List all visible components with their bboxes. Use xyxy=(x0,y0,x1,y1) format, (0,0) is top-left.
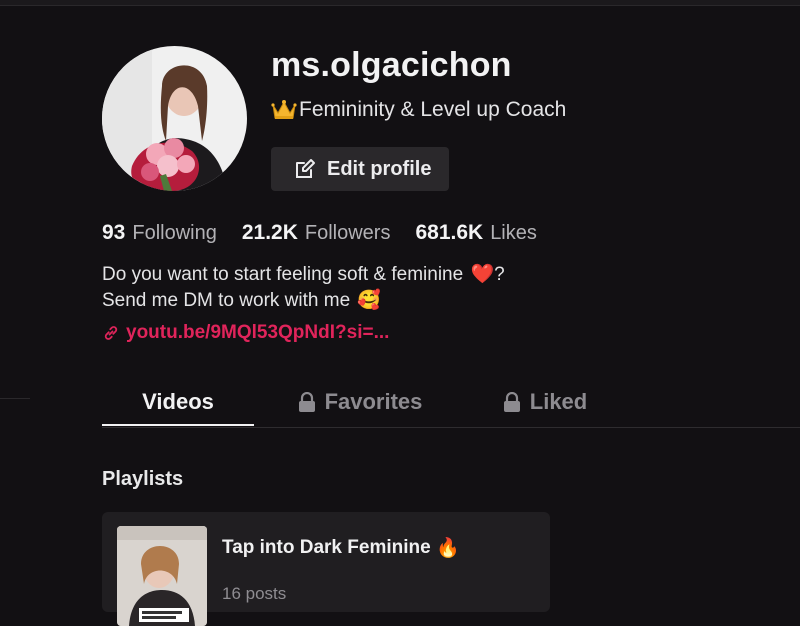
stat-value: 21.2K xyxy=(241,221,298,244)
tab-favorites[interactable]: Favorites xyxy=(295,378,425,426)
avatar[interactable] xyxy=(102,46,247,191)
tab-videos[interactable]: Videos xyxy=(102,378,254,426)
tab-label: Videos xyxy=(142,389,214,414)
nickname: Femininity & Level up Coach xyxy=(271,98,566,122)
playlist-thumbnail xyxy=(117,526,207,626)
stat-value: 681.6K xyxy=(415,221,484,244)
bio-link-text: youtu.be/9MQl53QpNdI?si=... xyxy=(126,322,390,343)
stat-following[interactable]: 93 Following xyxy=(102,221,217,245)
active-tab-indicator xyxy=(102,424,254,426)
smiling-hearts-emoji: 🥰 xyxy=(357,290,382,311)
playlist-card[interactable]: Tap into Dark Feminine 🔥 16 posts xyxy=(102,512,550,626)
bio-link[interactable]: youtu.be/9MQl53QpNdI?si=... xyxy=(102,322,389,344)
stat-label: Followers xyxy=(304,222,391,244)
bio-punctuation: ? xyxy=(494,264,505,285)
playlists-heading: Playlists xyxy=(102,468,184,490)
stat-likes: 681.6K Likes xyxy=(415,221,536,245)
bio-line-2: Send me DM to work with me 🥰 xyxy=(102,288,505,314)
stat-followers[interactable]: 21.2K Followers xyxy=(242,221,391,245)
username: ms.olgacichon xyxy=(271,46,512,84)
heart-emoji: ❤️ xyxy=(470,264,495,285)
edit-profile-button[interactable]: Edit profile xyxy=(271,147,449,191)
nickname-text: Femininity & Level up Coach xyxy=(299,98,567,121)
avatar-photo xyxy=(102,46,247,191)
lock-icon xyxy=(503,392,520,412)
playlist-title: Tap into Dark Feminine 🔥 xyxy=(222,536,460,560)
tab-label: Favorites xyxy=(324,389,423,414)
edit-profile-label: Edit profile xyxy=(327,157,432,180)
crown-icon xyxy=(271,100,297,119)
bio: Do you want to start feeling soft & femi… xyxy=(102,262,505,314)
edit-icon xyxy=(296,159,315,178)
fire-emoji: 🔥 xyxy=(435,538,460,559)
link-icon xyxy=(104,326,118,340)
bio-text: Send me DM to work with me xyxy=(102,290,351,311)
stat-label: Likes xyxy=(490,222,537,244)
playlist-title-text: Tap into Dark Feminine xyxy=(222,537,431,558)
top-bar xyxy=(0,0,800,6)
stat-label: Following xyxy=(132,222,217,244)
profile-tabs: Videos Favorites Liked xyxy=(102,378,800,428)
bio-text: Do you want to start feeling soft & femi… xyxy=(102,264,464,285)
playlist-post-count: 16 posts xyxy=(222,584,287,603)
tab-liked[interactable]: Liked xyxy=(500,378,590,426)
playlist-cover-image xyxy=(117,526,207,626)
profile-stats: 93 Following 21.2K Followers 681.6K Like… xyxy=(102,221,562,245)
lock-icon xyxy=(298,392,315,412)
side-divider xyxy=(0,398,30,399)
stat-value: 93 xyxy=(102,221,126,244)
bio-line-1: Do you want to start feeling soft & femi… xyxy=(102,262,505,288)
tab-label: Liked xyxy=(529,389,588,414)
